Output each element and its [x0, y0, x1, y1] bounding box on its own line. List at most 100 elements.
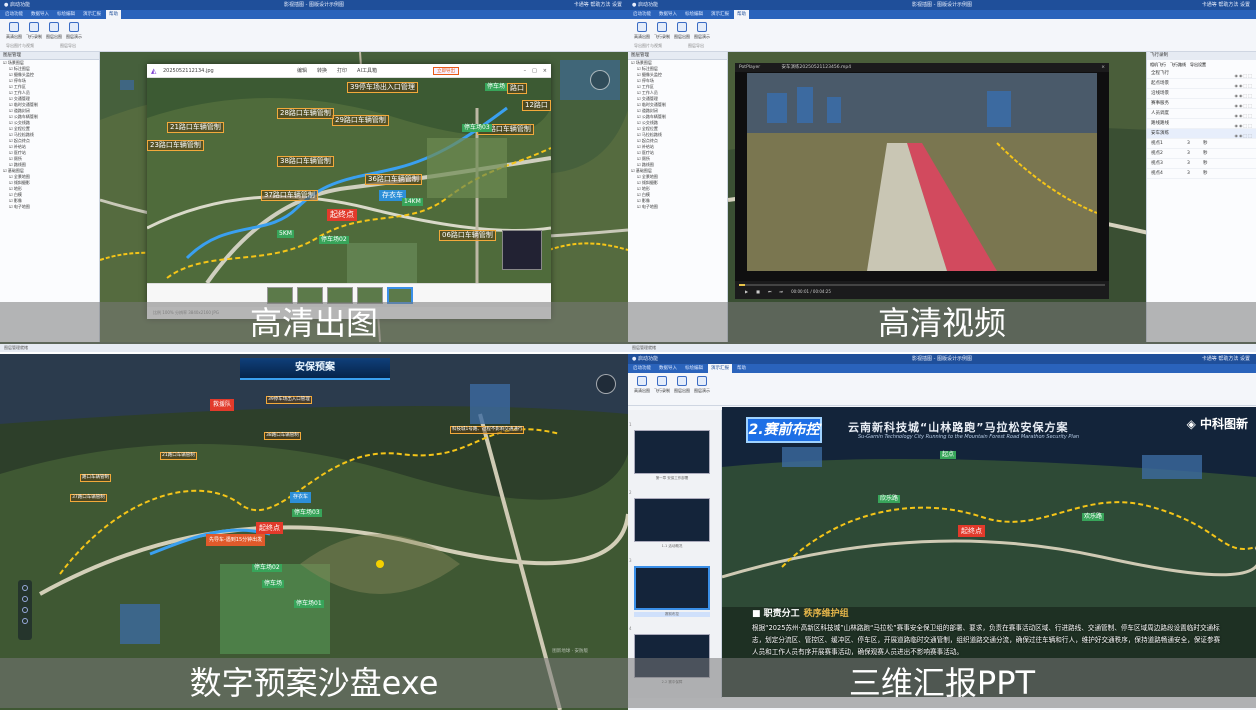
fly-record-button[interactable]: 飞行录制: [652, 376, 672, 394]
menu-edit[interactable]: 标绘编辑: [682, 364, 706, 373]
menu-help[interactable]: 帮助: [734, 10, 749, 19]
menu-report[interactable]: 演示汇报: [80, 10, 104, 19]
menu-help[interactable]: 帮助: [734, 364, 749, 373]
layer-tree-item[interactable]: ☑ 电子地图: [628, 204, 727, 210]
menu-report[interactable]: 演示汇报: [708, 364, 732, 373]
title-bar: ● 启动功能 影视插图 - 图版设计示例图 卡通等 帮助方法 设置: [628, 0, 1256, 10]
layer-image-button[interactable]: 图层出图: [672, 376, 692, 394]
ribbon: 高清出图 飞行录制 图层出图 图层演示 导出图片与视频 图层导出: [628, 19, 1256, 52]
start-finish-tag: 起终点: [256, 522, 283, 534]
layer-demo-button[interactable]: 图层演示: [64, 22, 84, 40]
param-input[interactable]: 3: [1187, 149, 1190, 159]
tool-ai[interactable]: AI工具箱: [357, 64, 377, 78]
flight-item[interactable]: 赛事服务 ◉◉⬚⬚: [1147, 99, 1256, 109]
video-icon: [657, 376, 667, 386]
hd-image-button[interactable]: 高清出图: [4, 22, 24, 40]
collage-root: ● 启动功能 影视插图 - 图版设计示例图 卡通等 帮助方法 设置 启动功能 数…: [0, 0, 1256, 710]
layer-image-button[interactable]: 图层出图: [672, 22, 692, 40]
slide-thumbnail[interactable]: [634, 430, 710, 474]
minimize-icon[interactable]: –: [524, 64, 527, 78]
stop-icon[interactable]: ■: [756, 289, 760, 294]
flight-item[interactable]: 路线路线 ◉◉⬚⬚: [1147, 119, 1256, 129]
maximize-icon[interactable]: □: [532, 64, 537, 78]
caption-hd-video: 高清视频: [628, 302, 1256, 344]
slide-thumbnail-active[interactable]: [634, 566, 710, 610]
layer-tree-item[interactable]: ☑ 电子地图: [0, 204, 99, 210]
layer-demo-button[interactable]: 图层演示: [692, 376, 712, 394]
tab-export[interactable]: 导出设置: [1190, 60, 1206, 69]
layers-icon: [677, 376, 687, 386]
play-icon[interactable]: ▶: [745, 289, 748, 294]
menu-start[interactable]: 启动功能: [630, 364, 654, 373]
layer-demo-button[interactable]: 图层演示: [692, 22, 712, 40]
title-right: 卡通等 帮助方法 设置: [573, 2, 622, 8]
layer-image-button[interactable]: 图层出图: [44, 22, 64, 40]
slide-label: 第一章 安保工作部署: [655, 476, 689, 480]
flight-panel-header: 飞行录制: [1147, 52, 1256, 60]
tool-edit[interactable]: 编辑: [297, 64, 307, 78]
viewer-logo-icon: ◭: [151, 67, 157, 75]
close-icon[interactable]: ×: [1101, 63, 1105, 72]
brand-logo: ◈ 中科图新: [1186, 417, 1248, 431]
next-icon[interactable]: ⏭: [779, 289, 783, 294]
close-icon[interactable]: ×: [543, 64, 547, 78]
fly-record-button[interactable]: 飞行录制: [652, 22, 672, 40]
menu-start[interactable]: 启动功能: [630, 10, 654, 19]
menu-help[interactable]: 帮助: [106, 10, 121, 19]
video-controls: ▶ ■ ⏮ ⏭ 00:00:01 / 00:04:25: [735, 281, 1109, 299]
menu-import[interactable]: 数据导入: [656, 10, 680, 19]
status-bar: 图层管理就绪: [628, 344, 1256, 352]
zoom-icon[interactable]: [22, 596, 28, 602]
slide-list: 1 第一章 安保工作部署 2 1.1 活动概况 3 赛前布控 4 2.2 赛中保…: [628, 410, 722, 698]
compass-icon[interactable]: [590, 70, 610, 90]
panel-sandbox: 安保预案 救援队 起终点 先导车-遇到15分钟出发 停车场03 停车场02 停车…: [0, 354, 628, 710]
map-label: 21路口车辆管制: [160, 452, 197, 460]
image-viewer-window: ◭ 2025052112134.jpg 编辑 转换 打印 AI工具箱 立即导出 …: [147, 64, 551, 319]
menu-start[interactable]: 启动功能: [2, 10, 26, 19]
parking-tag: 停车场02: [319, 236, 349, 244]
caption-sandbox: 数字预案沙盘exe: [0, 658, 628, 708]
info-icon[interactable]: [22, 607, 28, 613]
layers-icon[interactable]: [22, 618, 28, 624]
minimap[interactable]: [502, 230, 542, 270]
flight-item[interactable]: 起点场景 ◉◉⬚⬚: [1147, 79, 1256, 89]
map-label: 12路口: [522, 100, 551, 111]
menu-import[interactable]: 数据导入: [656, 364, 680, 373]
menu-edit[interactable]: 标绘编辑: [54, 10, 78, 19]
prev-icon[interactable]: ⏮: [768, 289, 772, 294]
tab-camera[interactable]: 相机飞行: [1150, 60, 1166, 69]
window-controls: – □ ×: [524, 64, 547, 78]
hd-image-button[interactable]: 高清出图: [632, 376, 652, 394]
play-icon: [697, 376, 707, 386]
menu-import[interactable]: 数据导入: [28, 10, 52, 19]
map-label: 37路口车辆管制: [261, 190, 318, 201]
title-right: 卡通等 帮助方法 设置: [1201, 356, 1250, 362]
slide-textbox: ■ 职责分工 秩序维护组 根据“2025苏州·高新区科技城”山林路跑“马拉松”赛事…: [752, 609, 1222, 658]
slide-label: 赛前布控: [634, 612, 710, 617]
ribbon-group-layer: 图层导出: [688, 43, 704, 48]
flight-item-active[interactable]: 安车演练 ◉◉⬚⬚: [1147, 129, 1256, 139]
layer-tree-header: 图层管理: [628, 52, 727, 60]
parking-tag: 停车场: [485, 83, 508, 91]
hd-image-button[interactable]: 高清出图: [632, 22, 652, 40]
compass-icon[interactable]: [596, 374, 616, 394]
param-row: 视点4 3 秒: [1147, 169, 1256, 179]
slide-thumbnail[interactable]: [634, 498, 710, 542]
param-input[interactable]: 3: [1187, 139, 1190, 149]
menu-edit[interactable]: 标绘编辑: [682, 10, 706, 19]
tool-convert[interactable]: 转换: [317, 64, 327, 78]
menu-report[interactable]: 演示汇报: [708, 10, 732, 19]
flight-item[interactable]: 人员调度 ◉◉⬚⬚: [1147, 109, 1256, 119]
home-icon[interactable]: [22, 585, 28, 591]
fly-record-button[interactable]: 飞行录制: [24, 22, 44, 40]
export-now-button[interactable]: 立即导出: [433, 67, 459, 75]
tool-print[interactable]: 打印: [337, 64, 347, 78]
flight-item[interactable]: 全程飞行 ◉◉⬚⬚: [1147, 69, 1256, 79]
param-input[interactable]: 3: [1187, 169, 1190, 179]
param-input[interactable]: 3: [1187, 159, 1190, 169]
tab-route[interactable]: 飞行路线: [1170, 60, 1186, 69]
video-progress[interactable]: [739, 284, 1105, 286]
layers-icon: [677, 22, 687, 32]
flight-item[interactable]: 沿线场景 ◉◉⬚⬚: [1147, 89, 1256, 99]
slide-subtitle: Su-Garnin Technology City Running to the…: [858, 434, 1080, 440]
